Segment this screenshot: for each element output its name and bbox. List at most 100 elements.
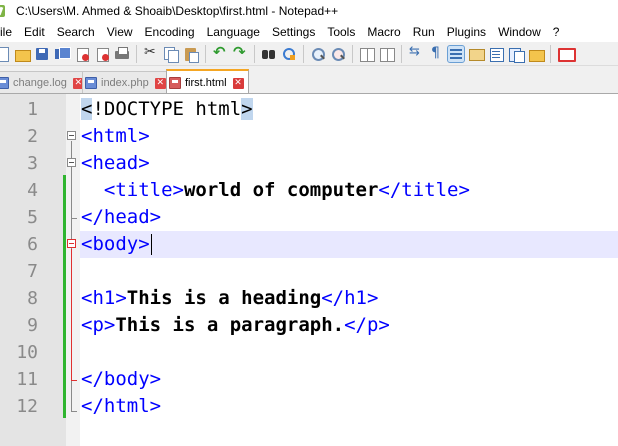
line-number: 7 bbox=[27, 261, 38, 282]
print-icon[interactable] bbox=[114, 46, 130, 62]
file-saved-icon bbox=[85, 77, 97, 89]
line-code: </html> bbox=[81, 393, 161, 420]
user-defined-language-icon[interactable] bbox=[468, 46, 485, 62]
line-number: 5 bbox=[27, 207, 38, 228]
text-caret bbox=[150, 234, 152, 255]
toolbar-separator bbox=[352, 44, 353, 63]
sync-scroll-horizontal-icon[interactable] bbox=[379, 46, 395, 62]
show-all-characters-icon[interactable] bbox=[428, 45, 444, 62]
fold-head-end bbox=[71, 218, 77, 219]
code-line-12[interactable]: 12 </html> bbox=[0, 393, 618, 420]
tab-close-icon[interactable]: ✕ bbox=[154, 77, 166, 89]
menu-edit[interactable]: Edit bbox=[18, 25, 51, 39]
tab-index-php[interactable]: index.php ✕ bbox=[82, 71, 171, 93]
html-token: </html> bbox=[81, 395, 162, 417]
menu-search[interactable]: Search bbox=[51, 25, 101, 39]
code-line-6[interactable]: 6 <body> bbox=[27, 231, 618, 258]
fold-head-line bbox=[71, 168, 72, 218]
open-file-icon[interactable] bbox=[14, 46, 31, 62]
new-file-icon[interactable] bbox=[0, 46, 10, 62]
menu-tools[interactable]: Tools bbox=[321, 25, 361, 39]
menu-window[interactable]: Window bbox=[492, 25, 547, 39]
code-line-8[interactable]: 8 <h1>This is a heading</h1> bbox=[0, 285, 618, 312]
notepad-plus-plus-icon bbox=[0, 4, 8, 18]
html-token: !DOCTYPE html bbox=[92, 98, 242, 120]
zoom-in-icon[interactable] bbox=[310, 46, 326, 62]
copy-icon[interactable] bbox=[163, 46, 179, 63]
html-token: <title> bbox=[81, 179, 184, 201]
zoom-out-icon[interactable] bbox=[330, 46, 346, 62]
line-code: <p>This is a paragraph.</p> bbox=[81, 312, 390, 339]
fold-body-end bbox=[71, 380, 77, 381]
line-number: 1 bbox=[27, 99, 38, 120]
code-line-4[interactable]: 4 <title>world of computer</title> bbox=[0, 177, 618, 204]
code-line-9[interactable]: 9 <p>This is a paragraph.</p> bbox=[0, 312, 618, 339]
tab-change-log[interactable]: change.log ✕ bbox=[0, 71, 89, 93]
line-number: 3 bbox=[27, 153, 38, 174]
sync-scroll-icon[interactable] bbox=[359, 46, 375, 62]
save-all-icon[interactable] bbox=[54, 46, 71, 62]
redo-icon[interactable] bbox=[232, 43, 248, 62]
indent-guide-icon[interactable] bbox=[447, 44, 465, 63]
code-line-3[interactable]: 3 <head> bbox=[0, 150, 618, 177]
code-editor[interactable]: 1 <!DOCTYPE html> 2 <html> 3 <head> 4 <title>w… bbox=[0, 94, 618, 446]
menu-help[interactable]: ? bbox=[547, 25, 566, 39]
line-code: <!DOCTYPE html> bbox=[81, 96, 253, 123]
close-all-icon[interactable] bbox=[94, 46, 110, 62]
save-icon[interactable] bbox=[34, 46, 50, 62]
fold-body-icon[interactable] bbox=[67, 239, 76, 248]
code-line-1[interactable]: 1 <!DOCTYPE html> bbox=[0, 96, 618, 123]
menu-language[interactable]: Language bbox=[201, 25, 266, 39]
text-content: world of computer bbox=[183, 179, 379, 201]
toolbar bbox=[0, 42, 618, 66]
menu-plugins[interactable]: Plugins bbox=[441, 25, 492, 39]
close-file-icon[interactable] bbox=[74, 46, 90, 62]
line-number: 6 bbox=[27, 234, 38, 255]
line-number: 11 bbox=[16, 369, 38, 390]
toolbar-separator bbox=[550, 44, 551, 63]
function-list-icon[interactable] bbox=[508, 46, 525, 63]
code-line-7[interactable]: 7 bbox=[0, 258, 618, 285]
line-number: 8 bbox=[27, 288, 38, 309]
menu-settings[interactable]: Settings bbox=[266, 25, 321, 39]
line-code: <html> bbox=[81, 123, 150, 150]
html-token: </p> bbox=[344, 314, 390, 336]
html-token: <body> bbox=[81, 233, 150, 255]
paste-icon[interactable] bbox=[183, 46, 199, 63]
fold-html-icon[interactable] bbox=[67, 131, 76, 140]
replace-icon[interactable] bbox=[281, 46, 297, 62]
change-history-bar bbox=[63, 175, 66, 418]
code-line-11[interactable]: 11 </body> bbox=[0, 366, 618, 393]
code-line-2[interactable]: 2 <html> bbox=[0, 123, 618, 150]
code-line-10[interactable]: 10 bbox=[0, 339, 618, 366]
monitoring-icon[interactable] bbox=[557, 46, 576, 62]
tab-bar: change.log ✕ index.php ✕ first.html ✕ bbox=[0, 66, 618, 94]
folder-as-workspace-icon[interactable] bbox=[528, 46, 545, 62]
text-content: This is a heading bbox=[126, 287, 322, 309]
find-icon[interactable] bbox=[261, 46, 277, 62]
cut-icon[interactable] bbox=[143, 44, 159, 62]
html-token: <html> bbox=[81, 125, 150, 147]
line-code: <h1>This is a heading</h1> bbox=[81, 285, 378, 312]
tab-first-html[interactable]: first.html ✕ bbox=[166, 69, 249, 93]
menu-macro[interactable]: Macro bbox=[361, 25, 406, 39]
menu-file[interactable]: ile bbox=[0, 25, 18, 39]
menu-run[interactable]: Run bbox=[407, 25, 441, 39]
code-line-5[interactable]: 5 </head> bbox=[0, 204, 618, 231]
undo-icon[interactable] bbox=[212, 43, 228, 62]
html-token: <head> bbox=[81, 152, 150, 174]
menu-bar: ile Edit Search View Encoding Language S… bbox=[0, 22, 618, 42]
fold-head-icon[interactable] bbox=[67, 158, 76, 167]
tab-label: first.html bbox=[185, 77, 227, 89]
menu-view[interactable]: View bbox=[101, 25, 139, 39]
html-token: </h1> bbox=[321, 287, 379, 309]
tab-close-icon[interactable]: ✕ bbox=[232, 77, 244, 89]
line-code: <head> bbox=[81, 150, 150, 177]
tab-label: index.php bbox=[101, 77, 149, 89]
word-wrap-icon[interactable] bbox=[408, 44, 424, 62]
document-map-icon[interactable] bbox=[488, 46, 504, 62]
tab-label: change.log bbox=[13, 77, 67, 89]
menu-encoding[interactable]: Encoding bbox=[139, 25, 201, 39]
html-token: <h1> bbox=[81, 287, 127, 309]
line-code: <body> bbox=[81, 231, 152, 258]
